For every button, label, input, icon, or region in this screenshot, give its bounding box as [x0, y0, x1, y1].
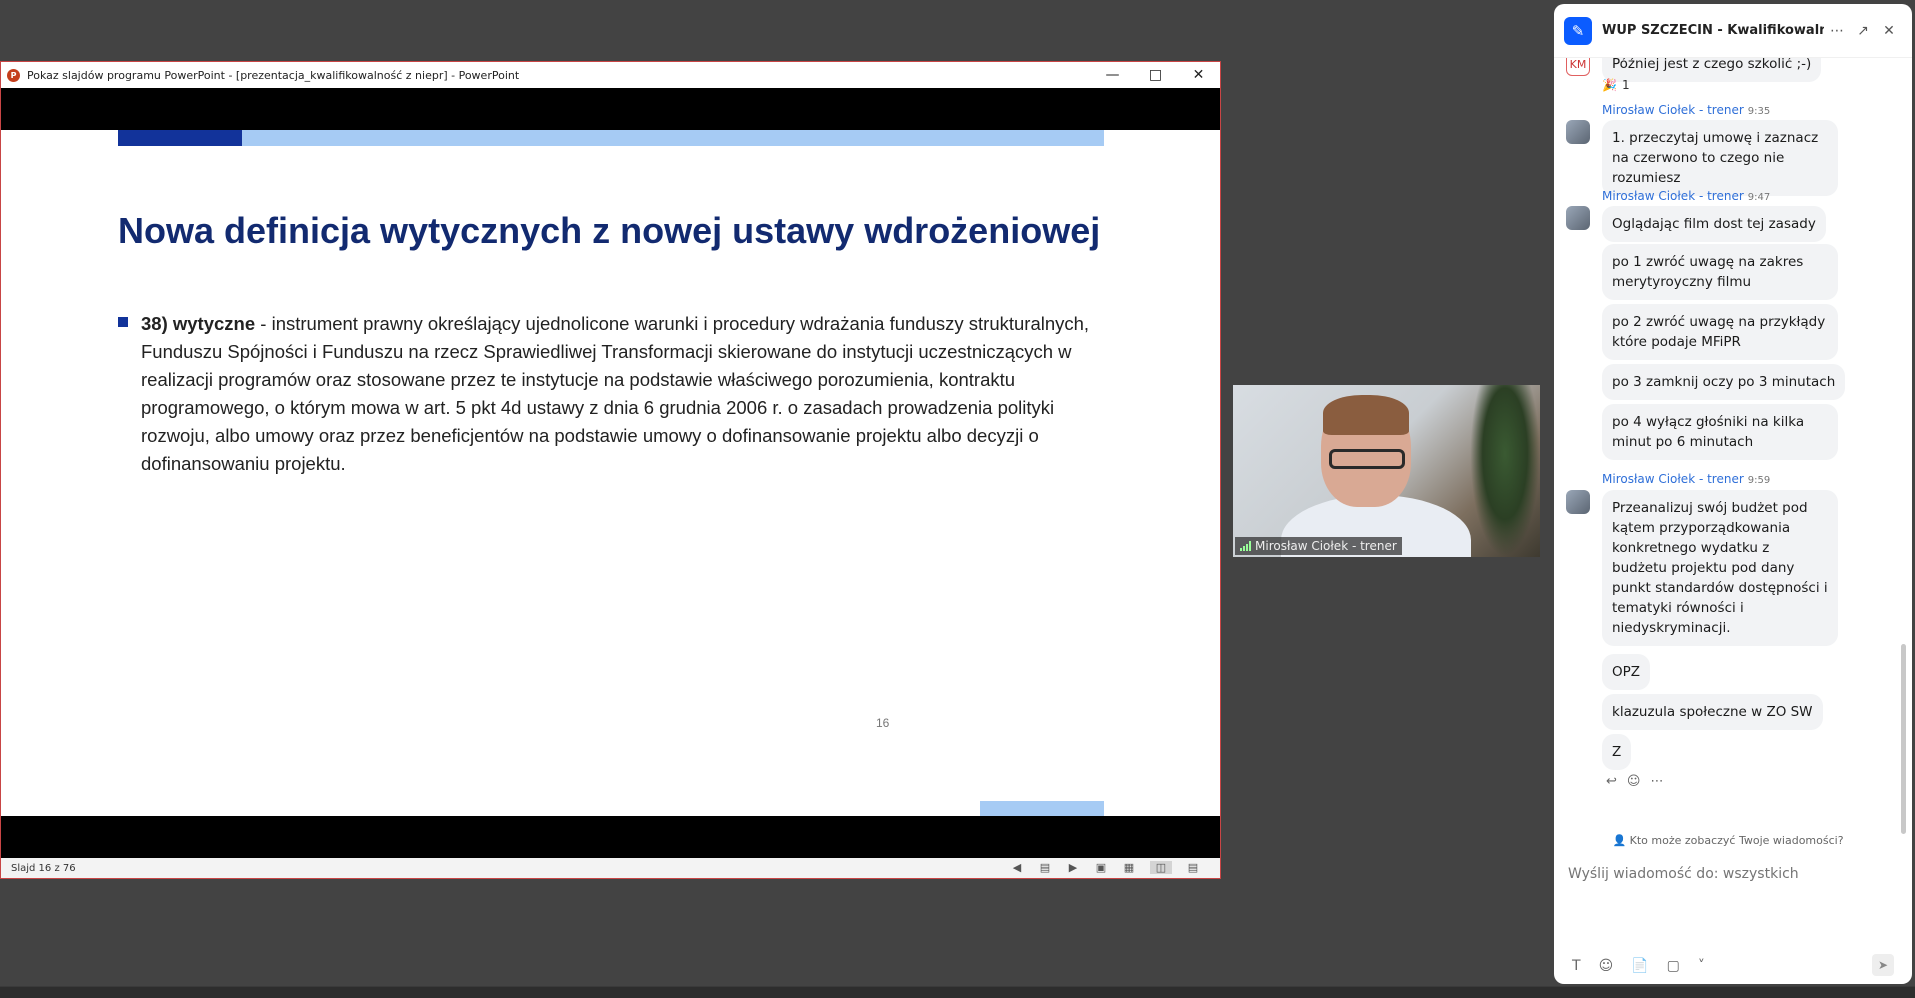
- slide-sorter-icon[interactable]: ▦: [1122, 861, 1136, 874]
- chat-messages[interactable]: KM Później jest z czego szkolić ;-) 🎉 1 M…: [1554, 58, 1902, 818]
- reading-view-icon[interactable]: ◫: [1150, 861, 1172, 874]
- slide-counter: Slajd 16 z 76: [11, 862, 76, 874]
- letterbox-top: [1, 88, 1220, 130]
- reply-icon[interactable]: ↩: [1606, 774, 1617, 789]
- powerpoint-window: P Pokaz slajdów programu PowerPoint - [p…: [0, 61, 1221, 879]
- chat-message: 1. przeczytaj umowę i zaznacz na czerwon…: [1602, 120, 1838, 196]
- slide-body-term: 38) wytyczne: [141, 313, 256, 334]
- chevron-down-icon[interactable]: ˅: [1698, 958, 1705, 974]
- send-icon: ➤: [1877, 958, 1889, 972]
- file-icon[interactable]: 📄: [1631, 958, 1648, 974]
- window-title: Pokaz slajdów programu PowerPoint - [pre…: [27, 68, 520, 82]
- chat-message: Później jest z czego szkolić ;-): [1602, 58, 1822, 82]
- taskbar: [0, 986, 1915, 998]
- chat-message: klazuzula społeczne w ZO SW: [1602, 694, 1823, 730]
- minimize-button[interactable]: —: [1091, 62, 1134, 88]
- close-button[interactable]: ✕: [1177, 62, 1220, 88]
- slide[interactable]: Nowa definicja wytycznych z nowej ustawy…: [1, 130, 1220, 816]
- avatar-mc: [1566, 120, 1590, 144]
- avatar-mc: [1566, 490, 1590, 514]
- background-plant: [1470, 385, 1540, 557]
- message-sender: Mirosław Ciołek - trener 9:47: [1602, 189, 1771, 203]
- lock-icon: 👤: [1612, 834, 1630, 847]
- previous-icon[interactable]: ◀: [1010, 861, 1024, 874]
- slide-accent-bottom: [980, 801, 1104, 816]
- signal-strength-icon: [1240, 541, 1251, 551]
- avatar-km: KM: [1566, 58, 1590, 76]
- slide-accent-light: [242, 130, 1104, 146]
- message-sender: Mirosław Ciołek - trener 9:35: [1602, 103, 1771, 117]
- more-options-icon[interactable]: ⋯: [1824, 23, 1850, 39]
- chat-message: Oglądając film dost tej zasady: [1602, 206, 1826, 242]
- message-actions: ↩ ☺ ⋯: [1606, 774, 1663, 789]
- avatar-mc: [1566, 206, 1590, 230]
- chat-message: po 1 zwróć uwagę na zakres merytyroyczny…: [1602, 244, 1838, 300]
- chat-scrollbar[interactable]: [1901, 644, 1906, 834]
- message-sender: Mirosław Ciołek - trener 9:59: [1602, 472, 1771, 486]
- chat-message: po 4 wyłącz głośniki na kilka minut po 6…: [1602, 404, 1838, 460]
- participant-video: [1281, 395, 1471, 557]
- chat-message: Przeanalizuj swój budżet pod kątem przyp…: [1602, 490, 1838, 646]
- participant-name-label: Mirosław Ciołek - trener: [1235, 537, 1402, 555]
- privacy-link[interactable]: 👤 Kto może zobaczyć Twoje wiadomości?: [1554, 834, 1902, 847]
- video-tile[interactable]: Mirosław Ciołek - trener: [1233, 385, 1540, 557]
- slideshow-icon[interactable]: ▤: [1186, 861, 1200, 874]
- slide-accent-dark: [118, 130, 242, 146]
- composer-toolbar: T ☺ 📄 ▢ ˅: [1572, 958, 1705, 974]
- next-icon[interactable]: ▶: [1066, 861, 1080, 874]
- chat-message: OPZ: [1602, 654, 1651, 690]
- chat-message: Z: [1602, 734, 1632, 770]
- powerpoint-logo-icon: P: [7, 68, 20, 82]
- privacy-text: Kto może zobaczyć Twoje wiadomości?: [1629, 834, 1844, 847]
- chat-message-input[interactable]: [1568, 866, 1888, 882]
- reaction-badge[interactable]: 🎉 1: [1602, 78, 1630, 92]
- normal-view-icon[interactable]: ▣: [1094, 861, 1108, 874]
- more-icon[interactable]: ⋯: [1650, 774, 1663, 789]
- menu-icon[interactable]: ▤: [1038, 861, 1052, 874]
- chat-header: ✎ WUP SZCZECIN - Kwalifikowalno... ⋯ ↗ ✕: [1554, 4, 1912, 58]
- bullet-marker: [118, 317, 128, 327]
- slide-body: 38) wytyczne - instrument prawny określa…: [141, 310, 1111, 478]
- chat-panel: ✎ WUP SZCZECIN - Kwalifikowalno... ⋯ ↗ ✕…: [1554, 4, 1912, 984]
- chat-message: po 2 zwróć uwagę na przykłądy które poda…: [1602, 304, 1838, 360]
- add-reaction-icon[interactable]: ☺: [1627, 774, 1641, 789]
- reaction-count: 1: [1621, 78, 1630, 92]
- slide-body-text: - instrument prawny określający ujednoli…: [141, 313, 1090, 474]
- chat-title: WUP SZCZECIN - Kwalifikowalno...: [1602, 23, 1824, 38]
- screenshot-icon[interactable]: ▢: [1667, 958, 1680, 974]
- chat-compose-icon: ✎: [1564, 16, 1592, 45]
- status-bar: Slajd 16 z 76 ◀ ▤ ▶ ▣ ▦ ◫ ▤: [1, 858, 1220, 878]
- send-button[interactable]: ➤: [1872, 954, 1894, 976]
- close-chat-icon[interactable]: ✕: [1876, 23, 1902, 39]
- chat-message: po 3 zamknij oczy po 3 minutach: [1602, 364, 1846, 400]
- letterbox-bottom: [1, 816, 1220, 858]
- format-text-icon[interactable]: T: [1572, 958, 1581, 974]
- emoji-icon[interactable]: ☺: [1599, 958, 1614, 974]
- party-emoji-icon: 🎉: [1602, 78, 1617, 92]
- ppt-title-bar: P Pokaz slajdów programu PowerPoint - [p…: [1, 62, 1220, 88]
- participant-name: Mirosław Ciołek - trener: [1255, 539, 1397, 553]
- slide-title: Nowa definicja wytycznych z nowej ustawy…: [118, 210, 1101, 251]
- maximize-button[interactable]: □: [1134, 62, 1177, 88]
- slide-page-number: 16: [876, 716, 890, 730]
- pop-out-icon[interactable]: ↗: [1850, 23, 1876, 39]
